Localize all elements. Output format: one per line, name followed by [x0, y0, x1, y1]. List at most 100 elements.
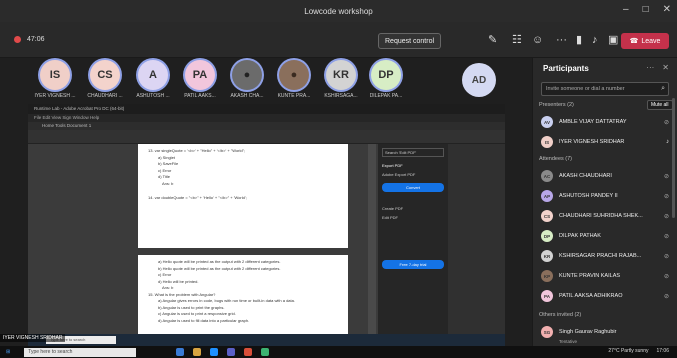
participant-row[interactable]: DP DILPAK PATHAK ⊘: [541, 228, 669, 244]
acrobat-title: Runtime Lab - Adobe Acrobat Pro DC (64-b…: [28, 104, 505, 114]
attendees-header[interactable]: Attendees (7): [539, 156, 572, 162]
avatar-initials: PA: [192, 69, 208, 81]
avatar-initials: A: [149, 69, 157, 81]
person-icon: ●: [243, 69, 251, 81]
camera-icon[interactable]: ▮: [576, 34, 582, 46]
convert-button[interactable]: Convert: [382, 183, 444, 192]
pdf-line: d) Angular is used to fill data into a p…: [158, 317, 250, 323]
participant-row[interactable]: CS CHAUDHARI SUHRIDHA SHEK... ⊘: [541, 208, 669, 224]
avatar: AV: [541, 116, 553, 128]
participant-row[interactable]: IS IYER VIGNESH SRIDHAR ♪: [541, 134, 669, 150]
participant-avatar[interactable]: A: [138, 60, 168, 90]
invite-input[interactable]: Invite someone or dial a number ⌕: [541, 82, 669, 96]
window-titlebar: Lowcode workshop – □ ✕: [0, 0, 677, 22]
avatar: SG: [541, 326, 553, 338]
participant-row[interactable]: AV AMBLE VIJAY DATTATRAY ⊘: [541, 114, 669, 130]
participant-row[interactable]: KR KSHIRSAGAR PRACHI RAJAB... ⊘: [541, 248, 669, 264]
participant-name: PATIL AAKS...: [184, 93, 216, 99]
participant-name: KSHIRSAGA...: [324, 93, 358, 99]
avatar: PA: [541, 290, 553, 302]
pdf-line: 14. var doubleQuote = "<b>" + 'Hello' + …: [148, 195, 247, 200]
windows-start-icon[interactable]: ⊞: [6, 349, 10, 355]
teams-icon[interactable]: [227, 348, 236, 356]
minimize-button[interactable]: –: [623, 4, 629, 15]
participant-row[interactable]: KP KUNTE PRAVIN KAILAS ⊘: [541, 268, 669, 284]
avatar: KR: [541, 250, 553, 262]
participant-photo-avatar[interactable]: ●: [279, 60, 309, 90]
shared-screen: Runtime Lab - Adobe Acrobat Pro DC (64-b…: [28, 104, 505, 346]
edge-icon[interactable]: [210, 348, 219, 356]
avatar: AP: [541, 190, 553, 202]
participant-name: PATIL AAKSA ADHIKRAO: [559, 293, 623, 299]
avatar-initials: IS: [49, 69, 61, 81]
participant-avatar[interactable]: CS: [90, 60, 120, 90]
avatar-initials: DP: [378, 69, 394, 81]
request-control-button[interactable]: Request control: [378, 33, 442, 49]
pane-more-icon[interactable]: ···: [646, 63, 654, 72]
window-title: Lowcode workshop: [304, 6, 373, 16]
taskbar-search[interactable]: Type here to search: [24, 347, 137, 357]
system-tray: 27°C Partly sunny 17:06: [608, 348, 669, 354]
participant-avatar[interactable]: KR: [326, 60, 356, 90]
pdf-page: a) Hello quote will be printed as the ou…: [138, 255, 348, 335]
close-button[interactable]: ✕: [663, 4, 671, 15]
participant-status: Tentative: [559, 339, 578, 344]
avatar: IS: [541, 136, 553, 148]
leave-button[interactable]: ☎ Leave: [621, 33, 669, 49]
more-options-button[interactable]: ···: [556, 34, 567, 46]
pdf-scrollbar[interactable]: [368, 144, 376, 334]
participant-avatar[interactable]: PA: [185, 60, 215, 90]
maximize-button[interactable]: □: [643, 4, 649, 15]
avatar: AC: [541, 170, 553, 182]
participants-pane: Participants ··· ✕ Invite someone or dia…: [532, 58, 677, 358]
participant-row[interactable]: AC AKASH CHAUDHARI ⊘: [541, 168, 669, 184]
pane-scrollbar[interactable]: [672, 98, 675, 218]
participant-name: IYER VIGNESH SRIDHAR: [559, 139, 625, 145]
chrome-icon[interactable]: [261, 348, 270, 356]
pane-close-icon[interactable]: ✕: [662, 63, 669, 72]
person-icon: ●: [290, 69, 298, 81]
participant-avatar[interactable]: IS: [40, 60, 70, 90]
clock[interactable]: 17:06: [656, 348, 669, 354]
others-header[interactable]: Others invited (2): [539, 312, 581, 318]
participant-name: DILEPAK PA...: [369, 93, 403, 99]
panel-edit[interactable]: Edit PDF: [382, 215, 444, 220]
chat-icon[interactable]: ✎: [488, 34, 497, 46]
panel-export-title[interactable]: Export PDF: [382, 163, 444, 168]
mic-muted-icon: ⊘: [663, 253, 669, 260]
participant-avatar[interactable]: DP: [371, 60, 401, 90]
file-explorer-icon[interactable]: [193, 348, 202, 356]
panel-search[interactable]: Search 'Edit PDF': [382, 148, 444, 157]
panel-create[interactable]: Create PDF: [382, 206, 444, 211]
mic-muted-icon: ⊘: [663, 193, 669, 200]
mic-muted-icon: ⊘: [663, 233, 669, 240]
task-view-icon[interactable]: [176, 348, 185, 356]
meeting-timer: 47:06: [27, 36, 45, 43]
self-avatar[interactable]: AD: [462, 63, 496, 97]
participant-row[interactable]: PA PATIL AAKSA ADHIKRAO ⊘: [541, 288, 669, 304]
participant-name: KUNTE PRA...: [277, 93, 311, 99]
participant-row[interactable]: SG Singh Gaurav Raghubir: [541, 324, 669, 340]
mic-muted-icon: ⊘: [663, 273, 669, 280]
acrobat-side-icons: [448, 144, 505, 334]
weather-text[interactable]: 27°C Partly sunny: [608, 348, 648, 354]
microphone-icon[interactable]: ♪: [592, 34, 598, 46]
acrobat-icon[interactable]: [244, 348, 253, 356]
acrobat-tools-panel: Search 'Edit PDF' Export PDF Adobe Expor…: [378, 144, 448, 334]
panel-export-desc: Adobe Export PDF: [382, 172, 416, 177]
presenters-header[interactable]: Presenters (2): [539, 102, 574, 108]
participant-name: IYER VIGNESH ...: [34, 93, 76, 99]
participant-row[interactable]: AP ASHUTOSH PANDEY II ⊘: [541, 188, 669, 204]
participant-photo-avatar[interactable]: ●: [232, 60, 262, 90]
share-screen-icon[interactable]: ▣: [608, 34, 618, 46]
leave-label: Leave: [641, 37, 661, 45]
mute-all-button[interactable]: Mute all: [647, 100, 673, 110]
mic-muted-icon: ⊘: [663, 293, 669, 300]
avatar-initials: CS: [97, 69, 113, 81]
start-trial-button[interactable]: Free 7-day trial: [382, 260, 444, 269]
avatar: CS: [541, 210, 553, 222]
participants-icon[interactable]: ☷: [512, 34, 522, 46]
participant-name: AKASH CHAUDHARI: [559, 173, 612, 179]
participant-name: AMBLE VIJAY DATTATRAY: [559, 119, 627, 125]
reactions-icon[interactable]: ☺: [532, 34, 543, 46]
